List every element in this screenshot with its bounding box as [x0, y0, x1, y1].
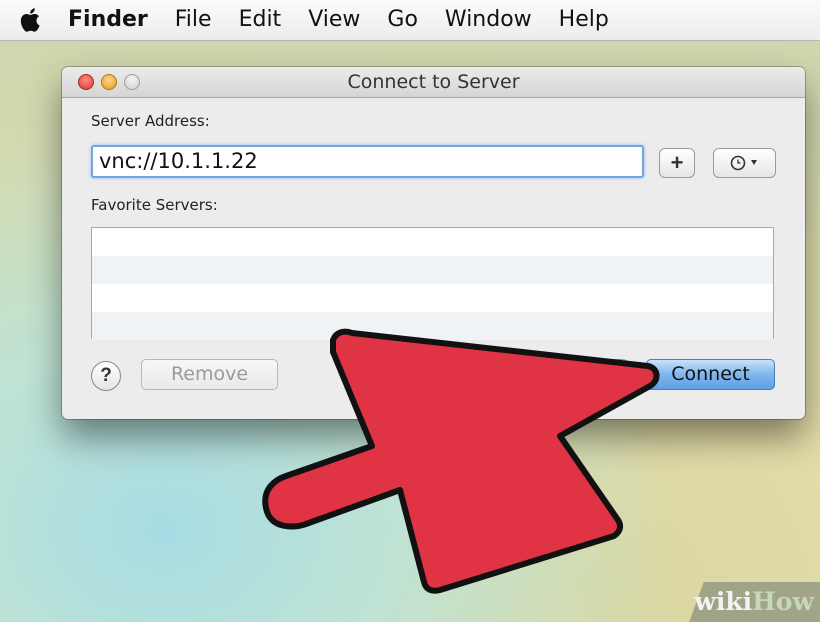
- watermark-how: How: [752, 587, 814, 616]
- pointer-arrow-overlay: [262, 328, 660, 594]
- red-arrow-icon: [262, 328, 660, 594]
- watermark-wiki: wiki: [694, 587, 753, 616]
- wikihow-watermark: wikiHow: [670, 582, 820, 622]
